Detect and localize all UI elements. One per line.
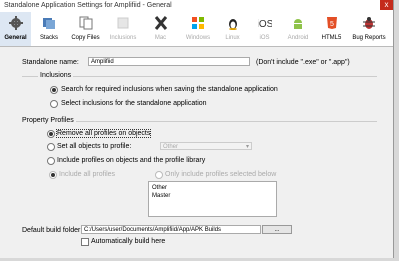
auto-build-checkbox[interactable] — [81, 238, 89, 246]
gear-icon — [8, 16, 23, 30]
tab-stacks-label: Stacks — [39, 35, 58, 41]
auto-build-label: Automatically build here — [91, 238, 166, 245]
tab-windows-label: Windows — [185, 35, 211, 41]
svg-text:iOS: iOS — [258, 19, 272, 30]
remove-profiles-radio[interactable] — [47, 130, 55, 138]
linux-penguin-icon — [228, 19, 237, 30]
search-inclusions-label: Search for required inclusions when savi… — [61, 86, 278, 93]
bug-icon — [363, 17, 375, 29]
only-include-profiles-label: Only include profiles selected below — [165, 171, 277, 178]
tab-ios-label: iOS — [259, 35, 270, 41]
select-inclusions-radio[interactable] — [50, 100, 58, 108]
set-profile-radio[interactable] — [47, 143, 55, 151]
tab-copy-files[interactable]: Copy Files — [67, 12, 104, 46]
profile-select[interactable]: Other ▾ — [160, 142, 252, 150]
tab-windows[interactable]: Windows — [179, 12, 217, 46]
tab-mac[interactable]: Mac — [142, 12, 179, 46]
tab-ios[interactable]: iOS iOS — [248, 12, 281, 46]
tab-html5[interactable]: 5 HTML5 — [315, 12, 348, 46]
set-profile-label: Set all objects to profile: — [57, 143, 132, 150]
tab-general-label: General — [4, 35, 27, 41]
svg-text:5: 5 — [330, 21, 334, 28]
tab-mac-label: Mac — [154, 35, 167, 41]
close-button[interactable]: x — [380, 0, 393, 10]
windows-icon — [192, 17, 204, 29]
include-all-profiles-radio[interactable] — [49, 171, 57, 179]
chevron-down-icon: ▾ — [245, 144, 249, 150]
include-all-profiles-label: Include all profiles — [59, 171, 116, 178]
tab-inclusions[interactable]: Inclusions — [104, 12, 142, 46]
mac-x-icon — [154, 16, 167, 30]
remove-profiles-label: Remove all profiles on objects — [55, 129, 152, 138]
tab-linux-label: Linux — [225, 35, 240, 41]
tab-html5-label: HTML5 — [321, 35, 342, 41]
tab-android-label: Android — [287, 35, 309, 41]
tab-bug-reports[interactable]: Bug Reports — [348, 12, 390, 46]
standalone-name-label: Standalone name: — [22, 59, 79, 66]
build-folder-input[interactable]: C:/Users/user/Documents/Amplifiid/App/AP… — [81, 225, 261, 234]
tab-linux[interactable]: Linux — [217, 12, 248, 46]
copy-files-icon — [79, 16, 92, 30]
tab-general[interactable]: General — [0, 12, 31, 46]
settings-toolbar: General Stacks Copy Files Inclusions Mac… — [0, 12, 393, 47]
search-inclusions-radio[interactable] — [50, 86, 58, 94]
profile-select-value: Other — [163, 144, 179, 150]
select-inclusions-label: Select inclusions for the standalone app… — [61, 100, 207, 107]
html5-icon: 5 — [326, 17, 337, 29]
tab-android[interactable]: Android — [281, 12, 315, 46]
window-title: Standalone Application Settings for Ampl… — [4, 2, 172, 9]
build-folder-label: Default build folder: — [22, 227, 83, 234]
standalone-name-input[interactable]: Amplifiid — [88, 57, 250, 66]
inclusions-group-title: Inclusions — [38, 72, 74, 79]
settings-window: Standalone Application Settings for Ampl… — [0, 0, 394, 258]
inclusions-icon — [117, 17, 129, 29]
tab-copy-files-label: Copy Files — [71, 35, 100, 41]
list-item[interactable]: Master — [149, 192, 276, 200]
list-item[interactable]: Other — [149, 184, 276, 192]
browse-button[interactable]: ... — [262, 225, 292, 234]
profiles-group-title: Property Profiles — [20, 117, 76, 124]
profiles-list[interactable]: Other Master — [148, 181, 277, 217]
only-include-profiles-radio[interactable] — [155, 171, 163, 179]
tab-bug-reports-label: Bug Reports — [352, 35, 386, 41]
android-icon — [294, 19, 302, 29]
stacks-icon — [43, 18, 55, 29]
include-profiles-label: Include profiles on objects and the prof… — [57, 157, 206, 164]
tab-inclusions-label: Inclusions — [109, 35, 137, 41]
ios-icon: iOS — [258, 19, 272, 30]
tab-stacks[interactable]: Stacks — [31, 12, 67, 46]
inclusions-group-line — [22, 76, 377, 77]
include-profiles-radio[interactable] — [47, 157, 55, 165]
standalone-name-hint: (Don't include ".exe" or ".app") — [256, 59, 350, 66]
